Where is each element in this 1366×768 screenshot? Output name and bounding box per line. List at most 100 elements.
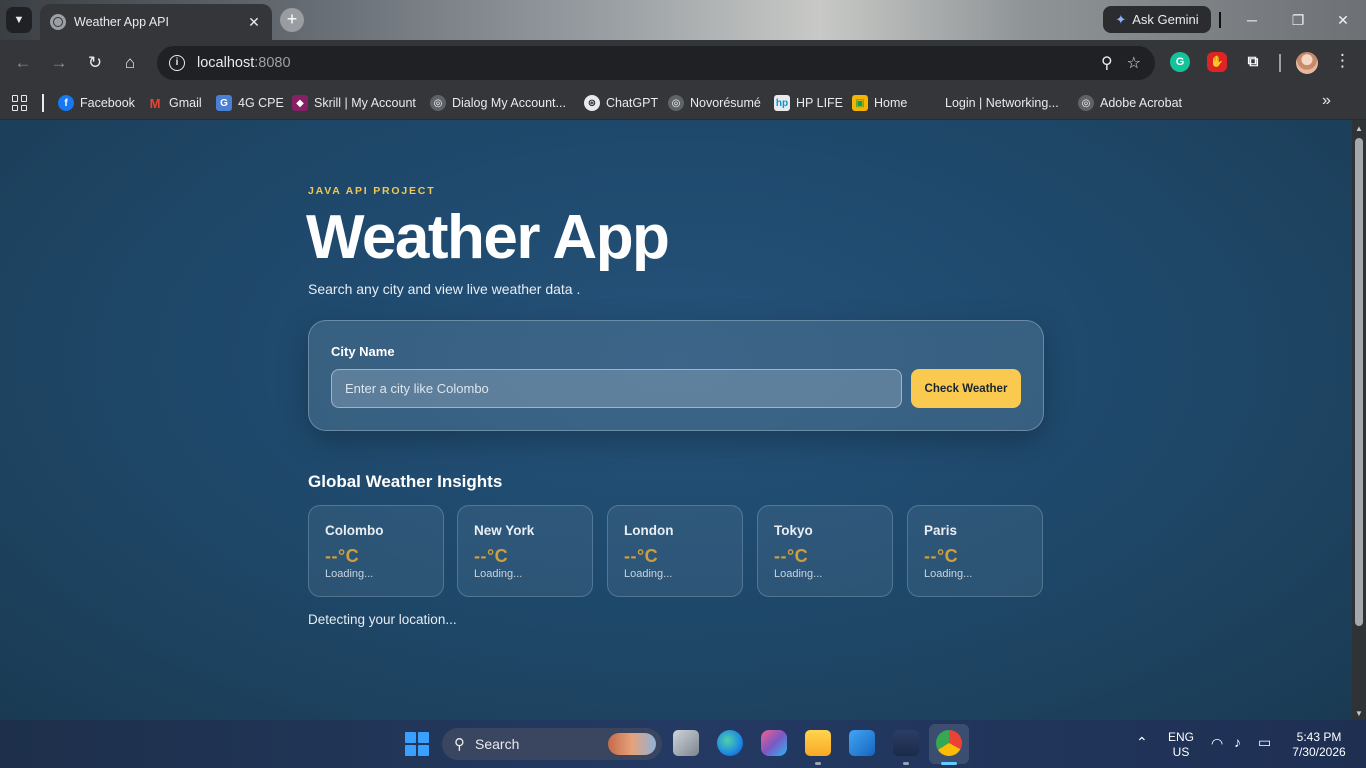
search-icon: ⚲ (454, 736, 465, 753)
adblock-icon[interactable]: ✋ (1207, 52, 1227, 72)
running-indicator (903, 762, 909, 765)
url-host: localhost (197, 55, 255, 71)
bookmark-label: 4G CPE (238, 96, 284, 110)
city-name: London (624, 523, 674, 538)
gmail-icon: M (149, 95, 161, 111)
gemini-icon: ✦ (1115, 11, 1127, 27)
city-temperature: --°C (325, 546, 360, 566)
grammarly-icon[interactable]: G (1170, 52, 1190, 72)
home-icon[interactable]: ⌂ (118, 51, 142, 75)
city-card-tokyo[interactable]: Tokyo --°C Loading... (757, 505, 893, 597)
bookmark-skrill[interactable]: ◆ Skrill | My Account (292, 93, 416, 113)
taskbar-clock[interactable]: 5:43 PM 7/30/2026 (1288, 730, 1350, 760)
zoom-icon[interactable]: ⚲ (1101, 53, 1113, 73)
wifi-icon[interactable]: ◠ (1211, 735, 1223, 752)
profile-avatar[interactable] (1296, 52, 1318, 74)
chatgpt-icon: ⊛ (584, 95, 600, 111)
file-explorer-icon[interactable] (805, 730, 831, 756)
microsoft-store-icon[interactable] (849, 730, 875, 756)
city-name-label: City Name (331, 344, 395, 359)
bookmark-label: Login | Networking... (945, 96, 1059, 110)
clock-time: 5:43 PM (1296, 730, 1342, 744)
apps-grid-icon[interactable] (12, 95, 28, 111)
globe-icon: ◎ (430, 95, 446, 111)
project-eyebrow: JAVA API PROJECT (308, 185, 436, 197)
page-subtitle: Search any city and view live weather da… (308, 281, 581, 297)
edge-icon[interactable] (717, 730, 743, 756)
scroll-down-icon[interactable]: ▼ (1355, 709, 1363, 718)
city-search-input[interactable] (331, 369, 902, 408)
address-bar[interactable]: i localhost :8080 ⚲ ☆ (157, 46, 1155, 80)
back-arrow-icon[interactable]: ← (11, 51, 35, 75)
new-tab-button[interactable]: + (280, 8, 304, 32)
bookmark-label: HP LIFE (796, 96, 844, 110)
taskbar-search[interactable]: ⚲ Search (442, 728, 662, 760)
chrome-icon[interactable] (936, 730, 962, 756)
scrollbar-thumb[interactable] (1355, 138, 1363, 626)
search-card: City Name Check Weather (308, 320, 1044, 431)
maximize-icon[interactable]: ❐ (1288, 10, 1308, 30)
chevron-up-icon[interactable]: ⌃ (1136, 734, 1148, 751)
city-card-london[interactable]: London --°C Loading... (607, 505, 743, 597)
city-status: Loading... (774, 568, 823, 580)
volume-icon[interactable]: ♪ (1234, 734, 1241, 750)
city-card-new-york[interactable]: New York --°C Loading... (457, 505, 593, 597)
bookmark-4g-cpe[interactable]: G 4G CPE (216, 93, 284, 113)
skrill-icon: ◆ (292, 95, 308, 111)
bookmark-star-icon[interactable]: ☆ (1127, 53, 1141, 73)
more-menu-icon[interactable]: ⋮ (1334, 51, 1351, 71)
bookmarks-overflow-icon[interactable]: » (1322, 92, 1331, 110)
browser-toolbar: ← → ↻ ⌂ i localhost :8080 ⚲ ☆ G ✋ ⧉ ⋮ (0, 40, 1366, 86)
tab-search-button[interactable]: ▼ (6, 7, 32, 33)
bookmark-chatgpt[interactable]: ⊛ ChatGPT (584, 93, 658, 113)
globe-icon: ◎ (668, 95, 684, 111)
reload-icon[interactable]: ↻ (83, 51, 107, 75)
bookmark-label: Gmail (169, 96, 202, 110)
bookmark-label: Skrill | My Account (314, 96, 416, 110)
page-scrollbar[interactable]: ▲ ▼ (1352, 120, 1366, 720)
input-language[interactable]: ENG US (1166, 730, 1196, 760)
copilot-icon[interactable] (761, 730, 787, 756)
windows-start-icon[interactable] (405, 732, 429, 756)
active-tab[interactable]: Weather App API ✕ (40, 4, 272, 40)
bookmark-facebook[interactable]: f Facebook (58, 93, 135, 113)
location-status: Detecting your location... (308, 612, 457, 627)
bookmark-dialog[interactable]: ◎ Dialog My Account... (430, 93, 566, 113)
minimize-icon[interactable]: ─ (1242, 10, 1262, 30)
active-indicator (941, 762, 957, 765)
site-info-icon[interactable]: i (169, 55, 185, 71)
ask-gemini-label: Ask Gemini (1132, 12, 1199, 27)
task-view-icon[interactable] (673, 730, 699, 756)
region-code: US (1172, 745, 1190, 759)
arduino-ide-icon[interactable] (893, 730, 919, 756)
bookmark-gmail[interactable]: M Gmail (147, 93, 202, 113)
city-card-colombo[interactable]: Colombo --°C Loading... (308, 505, 444, 597)
classroom-icon: ▣ (852, 95, 868, 111)
bookmark-home[interactable]: ▣ Home (852, 93, 907, 113)
bookmarks-divider (42, 94, 44, 112)
extensions-puzzle-icon[interactable]: ⧉ (1243, 52, 1263, 72)
tab-favicon-icon (50, 14, 66, 30)
chevron-down-icon: ▼ (13, 14, 25, 26)
bookmark-novoresume[interactable]: ◎ Novorésumé (668, 93, 761, 113)
battery-icon[interactable]: ▭ (1258, 734, 1271, 751)
browser-title-bar: ▼ Weather App API ✕ + ✦ Ask Gemini ─ ❐ ✕ (0, 0, 1366, 40)
bookmark-login-networking[interactable]: Login | Networking... (945, 93, 1059, 113)
ask-gemini-button[interactable]: ✦ Ask Gemini (1103, 6, 1211, 33)
language-code: ENG (1167, 730, 1194, 744)
bookmark-adobe-acrobat[interactable]: ◎ Adobe Acrobat (1078, 93, 1182, 113)
city-temperature: --°C (474, 546, 509, 566)
bookmark-hp-life[interactable]: hp HP LIFE (774, 93, 843, 113)
bookmark-label: Novorésumé (690, 96, 761, 110)
forward-arrow-icon[interactable]: → (47, 51, 71, 75)
weather-app-page: JAVA API PROJECT Weather App Search any … (0, 120, 1352, 720)
city-card-paris[interactable]: Paris --°C Loading... (907, 505, 1043, 597)
running-indicator (815, 762, 821, 765)
scroll-up-icon[interactable]: ▲ (1355, 124, 1363, 133)
tab-close-icon[interactable]: ✕ (246, 14, 262, 31)
bookmark-label: Dialog My Account... (452, 96, 566, 110)
check-weather-button[interactable]: Check Weather (911, 369, 1021, 408)
page-title: Weather App (306, 203, 670, 272)
city-name: New York (474, 523, 535, 538)
close-window-icon[interactable]: ✕ (1333, 10, 1353, 30)
